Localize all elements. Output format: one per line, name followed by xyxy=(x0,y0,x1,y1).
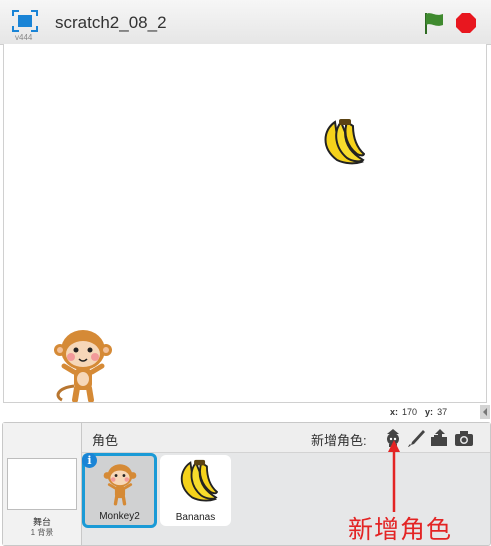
bananas-thumbnail xyxy=(180,459,218,502)
sprite-tile-monkey2[interactable]: i Monkey2 xyxy=(82,453,157,528)
project-title-input[interactable]: scratch2_08_2 xyxy=(55,13,245,33)
green-flag-icon[interactable] xyxy=(423,11,445,35)
stage-canvas[interactable] xyxy=(3,44,487,403)
annotation-label: 新增角色 xyxy=(348,516,453,544)
monkey-sprite[interactable] xyxy=(52,326,114,403)
camera-icon[interactable] xyxy=(454,428,474,448)
stop-icon[interactable] xyxy=(455,12,477,34)
x-value: 170 xyxy=(402,407,418,417)
stage-thumbnail-panel: 舞台 1 背景 xyxy=(3,423,82,545)
sprites-heading: 角色 xyxy=(92,433,119,448)
sprite-tile-bananas[interactable]: Bananas xyxy=(160,455,231,526)
paint-new-sprite-icon[interactable] xyxy=(407,428,427,448)
fullscreen-icon[interactable] xyxy=(12,10,38,32)
collapse-stage-icon[interactable] xyxy=(480,405,490,419)
version-label: v444 xyxy=(15,33,33,42)
stage-thumbnail[interactable] xyxy=(7,458,77,510)
sprite-name-bananas: Bananas xyxy=(175,512,216,523)
y-value: 37 xyxy=(437,407,448,417)
backdrop-count: 1 背景 xyxy=(30,528,54,537)
mouse-coordinates: x: 170 y: 37 xyxy=(390,407,455,417)
sprite-name-monkey2: Monkey2 xyxy=(99,511,140,522)
monkey2-thumbnail xyxy=(103,464,137,506)
stage-header: v444 scratch2_08_2 xyxy=(0,0,491,45)
y-label: y: xyxy=(425,407,434,417)
bananas-sprite[interactable] xyxy=(315,118,365,166)
new-sprite-label: 新增角色: xyxy=(311,433,367,448)
upload-sprite-icon[interactable] xyxy=(429,428,449,448)
annotation-arrow-icon xyxy=(388,440,400,512)
x-label: x: xyxy=(390,407,399,417)
info-icon[interactable]: i xyxy=(82,453,97,468)
sprites-header: 角色 新增角色: xyxy=(82,423,490,453)
